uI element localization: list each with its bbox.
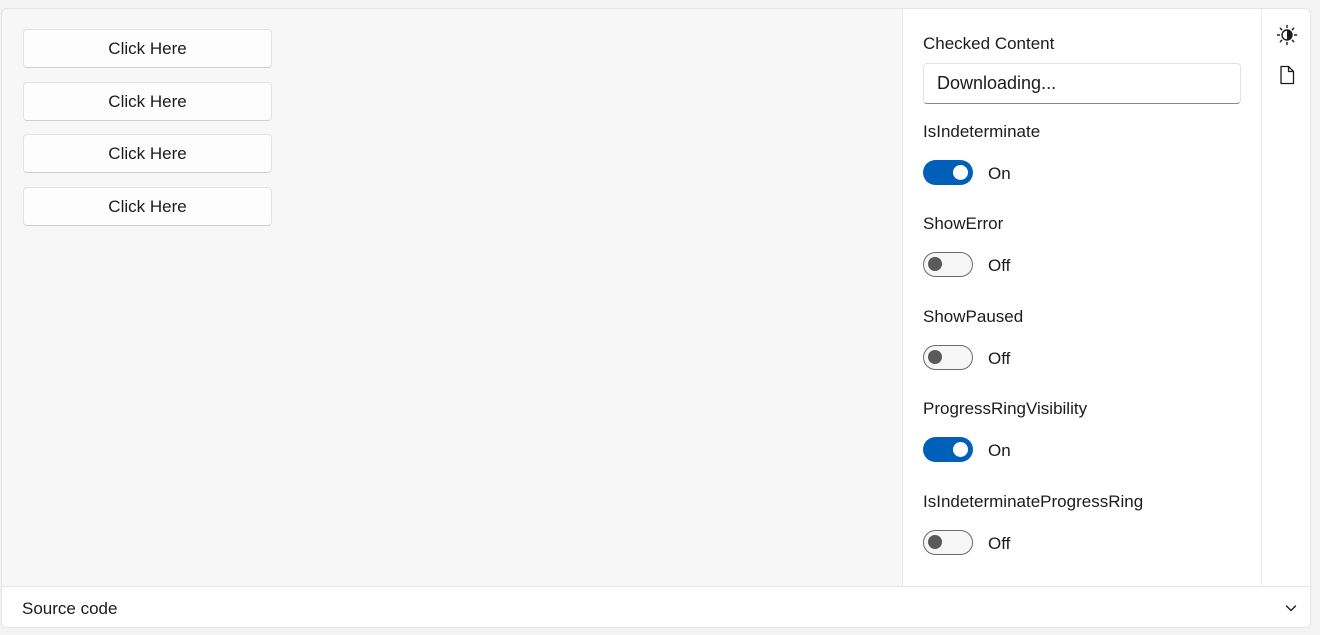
toggle-knob — [928, 350, 942, 364]
showerror-state: Off — [988, 256, 1011, 275]
progressringvisibility-label: ProgressRingVisibility — [923, 399, 1088, 418]
click-here-button-2[interactable]: Click Here — [23, 82, 272, 121]
options-pane: Checked Content Downloading... IsIndeter… — [902, 9, 1261, 586]
isindeterminateprogressring-toggle[interactable] — [923, 530, 973, 555]
isindeterminate-toggle[interactable] — [923, 160, 973, 185]
sample-card: Click Here Click Here Click Here Click H… — [1, 8, 1311, 628]
showpaused-label: ShowPaused — [923, 307, 1024, 326]
isindeterminate-label: IsIndeterminate — [923, 122, 1041, 141]
checked-content-input[interactable]: Downloading... — [923, 63, 1241, 104]
theme-toggle-icon[interactable] — [1276, 24, 1298, 46]
click-here-button-4[interactable]: Click Here — [23, 187, 272, 226]
toggle-knob — [928, 257, 942, 271]
document-icon[interactable] — [1276, 64, 1298, 86]
chevron-down-icon — [1284, 601, 1298, 615]
checked-content-label: Checked Content — [923, 34, 1055, 53]
showpaused-toggle[interactable] — [923, 345, 973, 370]
side-rail — [1261, 9, 1310, 586]
progressringvisibility-state: On — [988, 441, 1011, 460]
isindeterminateprogressring-state: Off — [988, 534, 1011, 553]
toggle-knob — [953, 442, 968, 457]
toggle-knob — [928, 535, 942, 549]
example-area: Click Here Click Here Click Here Click H… — [2, 9, 902, 586]
source-code-expander[interactable]: Source code — [2, 586, 1310, 627]
showpaused-state: Off — [988, 349, 1011, 368]
toggle-knob — [953, 165, 968, 180]
isindeterminateprogressring-label: IsIndeterminateProgressRing — [923, 492, 1144, 511]
source-code-label: Source code — [22, 599, 118, 618]
progressringvisibility-toggle[interactable] — [923, 437, 973, 462]
click-here-button-1[interactable]: Click Here — [23, 29, 272, 68]
showerror-toggle[interactable] — [923, 252, 973, 277]
isindeterminate-state: On — [988, 164, 1011, 183]
showerror-label: ShowError — [923, 214, 1004, 233]
click-here-button-3[interactable]: Click Here — [23, 134, 272, 173]
